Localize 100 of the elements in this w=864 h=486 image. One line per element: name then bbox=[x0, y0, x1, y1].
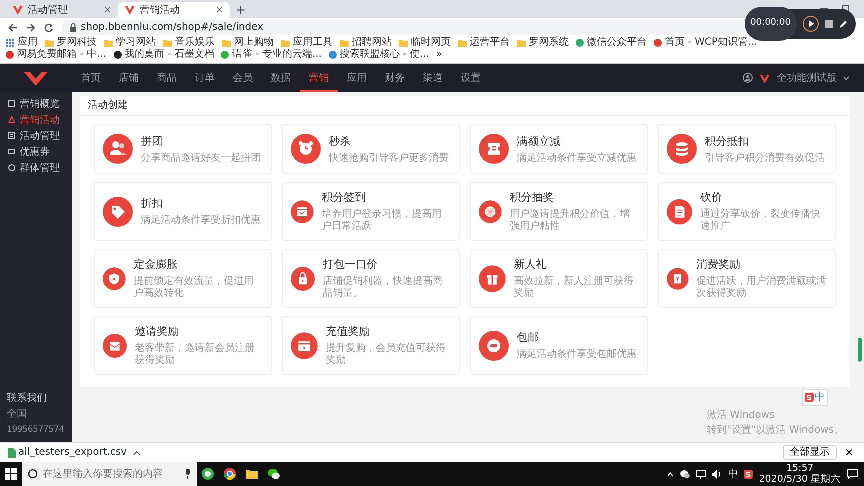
nav-item[interactable]: 财务 bbox=[376, 64, 414, 92]
chat-icon[interactable] bbox=[680, 470, 690, 478]
bookmark[interactable]: 临时网页 bbox=[399, 37, 451, 49]
input-method-indicator[interactable]: 中 bbox=[802, 389, 828, 406]
search-field[interactable]: 在这里输入你要搜索的内容 bbox=[43, 466, 180, 482]
account-menu[interactable]: 全功能测试版 bbox=[777, 70, 837, 86]
bookmark[interactable]: 我的桌面 - 石墨文档 bbox=[114, 49, 214, 61]
nav-item[interactable]: 营销 bbox=[300, 64, 338, 92]
square-icon bbox=[8, 100, 16, 108]
bookmark[interactable]: 网易免费邮箱 - 中... bbox=[6, 49, 107, 61]
activity-card[interactable]: 邀请奖励 老客带新，邀请新会员注册获得奖励 bbox=[94, 316, 272, 375]
bookmark[interactable]: 招聘网站 bbox=[340, 37, 392, 49]
bookmark[interactable]: 应用 bbox=[6, 37, 38, 49]
close-button[interactable]: × bbox=[842, 447, 856, 458]
speaker-icon[interactable] bbox=[712, 470, 722, 478]
activity-card[interactable]: 充值奖励 提升复购，会员充值可获得奖励 bbox=[282, 316, 460, 375]
bookmark[interactable]: 运营平台 bbox=[458, 37, 510, 49]
card-description: 快速抢购引导客户更多消费 bbox=[329, 152, 449, 164]
browser-tab[interactable]: 营销活动 × bbox=[118, 2, 230, 18]
bookmark[interactable]: 罗网系统 bbox=[517, 37, 569, 49]
sidebar-item[interactable]: 优惠券 bbox=[0, 144, 72, 160]
circle-icon bbox=[8, 164, 16, 172]
grid-icon bbox=[6, 38, 15, 48]
card-title: 定金膨胀 bbox=[134, 257, 179, 273]
activation-title: 激活 Windows bbox=[706, 409, 776, 423]
reload-icon[interactable] bbox=[44, 22, 54, 32]
folder-icon[interactable] bbox=[245, 467, 259, 481]
sidebar-item[interactable]: 群体管理 bbox=[0, 160, 72, 176]
browser-tab[interactable]: 活动管理 × bbox=[6, 2, 118, 18]
nav-item[interactable]: 设置 bbox=[452, 64, 490, 92]
close-icon[interactable]: × bbox=[216, 2, 224, 18]
chrome-icon[interactable] bbox=[223, 467, 237, 481]
close-icon[interactable]: × bbox=[104, 2, 112, 18]
activity-card[interactable]: 新人礼 高效拉新，新人注册可获得奖励 bbox=[470, 249, 648, 308]
nav-item[interactable]: 商品 bbox=[148, 64, 186, 92]
clock-time: 15:57 bbox=[786, 463, 814, 474]
activity-card[interactable]: 定金膨胀 提前锁定有效流量，促进用户高效转化 bbox=[94, 249, 272, 308]
card-description: 培养用户登录习惯，提高用户日常活跃 bbox=[322, 209, 443, 233]
scrollbar-thumb[interactable] bbox=[858, 338, 862, 362]
network-icon[interactable] bbox=[696, 470, 706, 478]
bookmark[interactable]: 搜索联盟核心 - 使... bbox=[329, 49, 430, 61]
notification-icon[interactable] bbox=[847, 469, 858, 479]
windows-icon[interactable] bbox=[5, 468, 17, 480]
card-icon bbox=[291, 330, 318, 360]
tab-title: 营销活动 bbox=[140, 4, 180, 18]
caret-icon[interactable] bbox=[843, 76, 850, 80]
caret-icon[interactable] bbox=[133, 450, 142, 456]
activity-card[interactable]: 秒杀 快速抢购引导客户更多消费 bbox=[282, 124, 460, 174]
sidebar-item[interactable]: 营销活动 bbox=[0, 112, 72, 128]
nav-item[interactable]: 渠道 bbox=[414, 64, 452, 92]
folder-icon bbox=[163, 39, 172, 47]
lock-icon bbox=[70, 23, 77, 32]
search-box[interactable]: 在这里输入你要搜索的内容 bbox=[22, 462, 197, 486]
nav-item[interactable]: 店铺 bbox=[110, 64, 148, 92]
card-title: 打包一口价 bbox=[323, 257, 379, 273]
bookmark[interactable]: 微信公众平台 bbox=[576, 37, 647, 49]
sidebar-item[interactable]: 活动管理 bbox=[0, 128, 72, 144]
contact-heading: 联系我们 bbox=[7, 392, 48, 406]
bookmark[interactable]: 学习网站 bbox=[104, 37, 156, 49]
activity-card[interactable]: 积分抽奖 用户邀请提升积分价值，增强用户粘性 bbox=[470, 182, 648, 241]
activity-card[interactable]: 包邮 满足活动条件享受包邮优惠 bbox=[470, 316, 648, 375]
activity-card[interactable]: 消费奖励 促进活跃，用户消费满额或满次获得奖励 bbox=[658, 249, 836, 308]
nav-item[interactable]: 数据 bbox=[262, 64, 300, 92]
sidebar-item[interactable]: 营销概览 bbox=[0, 96, 72, 112]
bookmark[interactable]: 音乐娱乐 bbox=[163, 37, 215, 49]
nav-item[interactable]: 首页 bbox=[72, 64, 110, 92]
folder-icon bbox=[281, 39, 290, 47]
download-item[interactable]: all_testers_export.csv bbox=[8, 445, 128, 460]
more-bookmarks-button[interactable]: » bbox=[436, 49, 443, 61]
nav-item[interactable]: 订单 bbox=[186, 64, 224, 92]
show-all-button[interactable]: 全部显示 bbox=[782, 445, 837, 460]
nav-item[interactable]: 应用 bbox=[338, 64, 376, 92]
user-icon[interactable] bbox=[743, 73, 753, 83]
activity-card[interactable]: 满额立减 满足活动条件享受立减优惠 bbox=[470, 124, 648, 174]
activity-card[interactable]: 积分签到 培养用户登录习惯，提高用户日常活跃 bbox=[282, 182, 460, 241]
activity-card[interactable]: 折扣 满足活动条件享受折扣优惠 bbox=[94, 182, 272, 241]
bookmark[interactable]: 罗网科技 bbox=[45, 37, 97, 49]
browser-icon[interactable] bbox=[201, 467, 215, 481]
activity-card[interactable]: 积分抵扣 引导客户积分消费有效促活 bbox=[658, 124, 836, 174]
logo-icon[interactable] bbox=[744, 470, 754, 478]
card-title: 积分抵扣 bbox=[705, 134, 750, 150]
logo-icon bbox=[759, 73, 771, 83]
activity-card[interactable]: 打包一口价 店铺促销利器，快速提高商品销量。 bbox=[282, 249, 460, 308]
activity-card[interactable]: 拼团 分享商品邀请好友一起拼团 bbox=[94, 124, 272, 174]
site-icon bbox=[576, 39, 584, 47]
card-title: 包邮 bbox=[517, 330, 540, 346]
new-tab-button[interactable]: + bbox=[230, 2, 252, 18]
back-icon[interactable] bbox=[8, 22, 18, 32]
nav-item[interactable]: 会员 bbox=[224, 64, 262, 92]
folder-icon bbox=[458, 39, 467, 47]
play-icon[interactable] bbox=[803, 16, 819, 32]
bookmark[interactable]: 语雀 - 专业的云端... bbox=[221, 49, 322, 61]
alarm-clock-icon bbox=[291, 134, 321, 164]
logo-icon bbox=[805, 393, 814, 402]
chat-icon[interactable] bbox=[267, 467, 281, 481]
language-indicator[interactable]: 中 bbox=[728, 466, 738, 482]
bookmark[interactable]: 应用工具 bbox=[281, 37, 333, 49]
bookmark[interactable]: 网上购物 bbox=[222, 37, 274, 49]
activity-card[interactable]: 砍价 通过分享砍价，裂变传播快速推广 bbox=[658, 182, 836, 241]
forward-icon[interactable] bbox=[26, 22, 36, 32]
